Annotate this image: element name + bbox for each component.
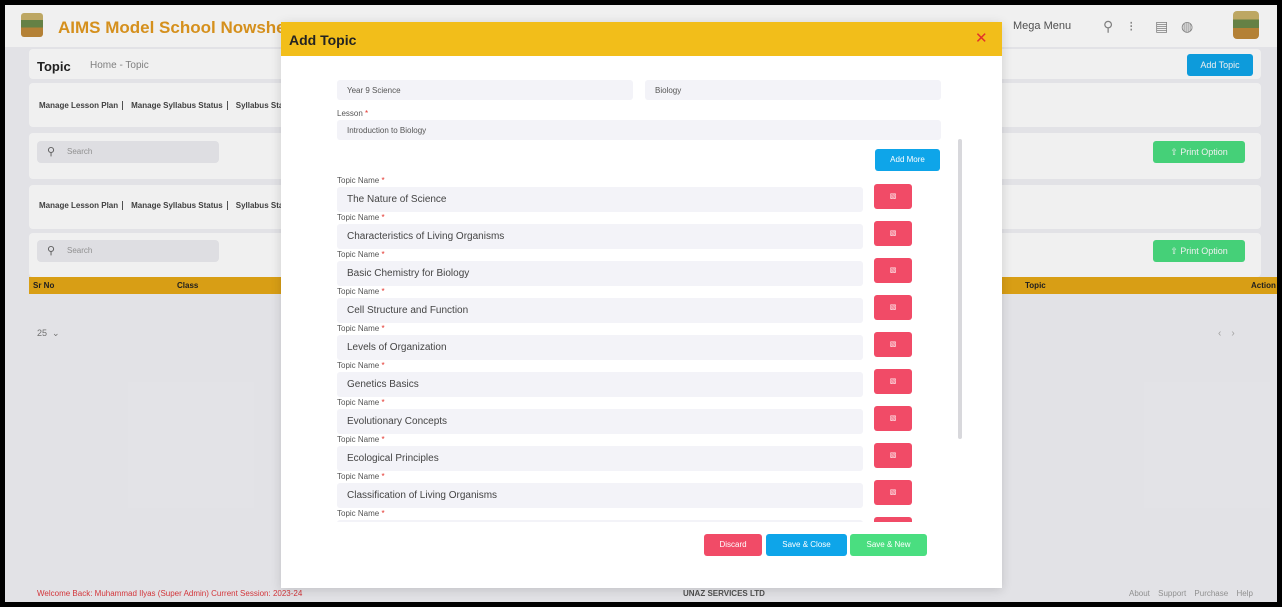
- class-select[interactable]: Year 9 Science: [337, 80, 633, 100]
- topic-name-label: Topic Name *: [337, 250, 385, 259]
- topic-row: Topic Name * The Nature of Science ▧: [281, 176, 961, 213]
- delete-topic-button[interactable]: ▧: [874, 295, 912, 320]
- topic-name-label: Topic Name *: [337, 361, 385, 370]
- topic-name-label: Topic Name *: [337, 176, 385, 185]
- lesson-label: Lesson *: [337, 109, 369, 118]
- topic-name-input[interactable]: Classification of Living Organisms: [337, 483, 863, 508]
- modal-header: Add Topic ✕: [281, 22, 1002, 56]
- trash-icon: ▧: [889, 230, 897, 237]
- delete-topic-button[interactable]: ▧: [874, 332, 912, 357]
- modal-title: Add Topic: [289, 32, 357, 48]
- lesson-select[interactable]: Introduction to Biology: [337, 120, 941, 140]
- delete-topic-button[interactable]: ▧: [874, 517, 912, 522]
- topic-row: Topic Name * Characteristics of Living O…: [281, 213, 961, 250]
- trash-icon: ▧: [889, 193, 897, 200]
- subject-select[interactable]: Biology: [645, 80, 941, 100]
- topic-name-input[interactable]: Characteristics of Living Organisms: [337, 224, 863, 249]
- topic-row: Topic Name * Ecological Principles ▧: [281, 435, 961, 472]
- delete-topic-button[interactable]: ▧: [874, 184, 912, 209]
- trash-icon: ▧: [889, 415, 897, 422]
- delete-topic-button[interactable]: ▧: [874, 221, 912, 246]
- trash-icon: ▧: [889, 452, 897, 459]
- close-icon[interactable]: ✕: [975, 31, 988, 46]
- topic-row: Topic Name * Basic Chemistry for Biology…: [281, 250, 961, 287]
- delete-topic-button[interactable]: ▧: [874, 369, 912, 394]
- topic-name-label: Topic Name *: [337, 287, 385, 296]
- save-close-button[interactable]: Save & Close: [766, 534, 847, 556]
- topic-name-input[interactable]: Levels of Organization: [337, 335, 863, 360]
- modal-scrollbar[interactable]: [958, 139, 962, 439]
- trash-icon: ▧: [889, 304, 897, 311]
- topic-list: Topic Name * The Nature of Science ▧ Top…: [281, 176, 961, 522]
- topic-row: Topic Name * Cell Structure and Function…: [281, 287, 961, 324]
- trash-icon: ▧: [889, 341, 897, 348]
- delete-topic-button[interactable]: ▧: [874, 258, 912, 283]
- topic-row: Topic Name * ▧: [281, 509, 961, 522]
- add-topic-modal: Add Topic ✕ Year 9 Science Biology Lesso…: [281, 22, 1002, 588]
- topic-row: Topic Name * Classification of Living Or…: [281, 472, 961, 509]
- topic-row: Topic Name * Evolutionary Concepts ▧: [281, 398, 961, 435]
- trash-icon: ▧: [889, 267, 897, 274]
- topic-name-input[interactable]: [337, 520, 863, 522]
- topic-name-label: Topic Name *: [337, 472, 385, 481]
- topic-name-input[interactable]: Cell Structure and Function: [337, 298, 863, 323]
- topic-name-label: Topic Name *: [337, 324, 385, 333]
- delete-topic-button[interactable]: ▧: [874, 480, 912, 505]
- topic-name-input[interactable]: Evolutionary Concepts: [337, 409, 863, 434]
- add-more-button[interactable]: Add More: [875, 149, 940, 171]
- app-frame: AIMS Model School Nowshera Mega Menu ⚲ ⁝…: [5, 5, 1277, 602]
- topic-name-label: Topic Name *: [337, 213, 385, 222]
- topic-name-label: Topic Name *: [337, 398, 385, 407]
- save-new-button[interactable]: Save & New: [850, 534, 927, 556]
- topic-name-input[interactable]: Basic Chemistry for Biology: [337, 261, 863, 286]
- topic-name-input[interactable]: The Nature of Science: [337, 187, 863, 212]
- trash-icon: ▧: [889, 378, 897, 385]
- topic-name-input[interactable]: Genetics Basics: [337, 372, 863, 397]
- topic-name-input[interactable]: Ecological Principles: [337, 446, 863, 471]
- trash-icon: ▧: [889, 489, 897, 496]
- topic-name-label: Topic Name *: [337, 435, 385, 444]
- discard-button[interactable]: Discard: [704, 534, 762, 556]
- delete-topic-button[interactable]: ▧: [874, 406, 912, 431]
- topic-row: Topic Name * Genetics Basics ▧: [281, 361, 961, 398]
- topic-row: Topic Name * Levels of Organization ▧: [281, 324, 961, 361]
- topic-name-label: Topic Name *: [337, 509, 385, 518]
- delete-topic-button[interactable]: ▧: [874, 443, 912, 468]
